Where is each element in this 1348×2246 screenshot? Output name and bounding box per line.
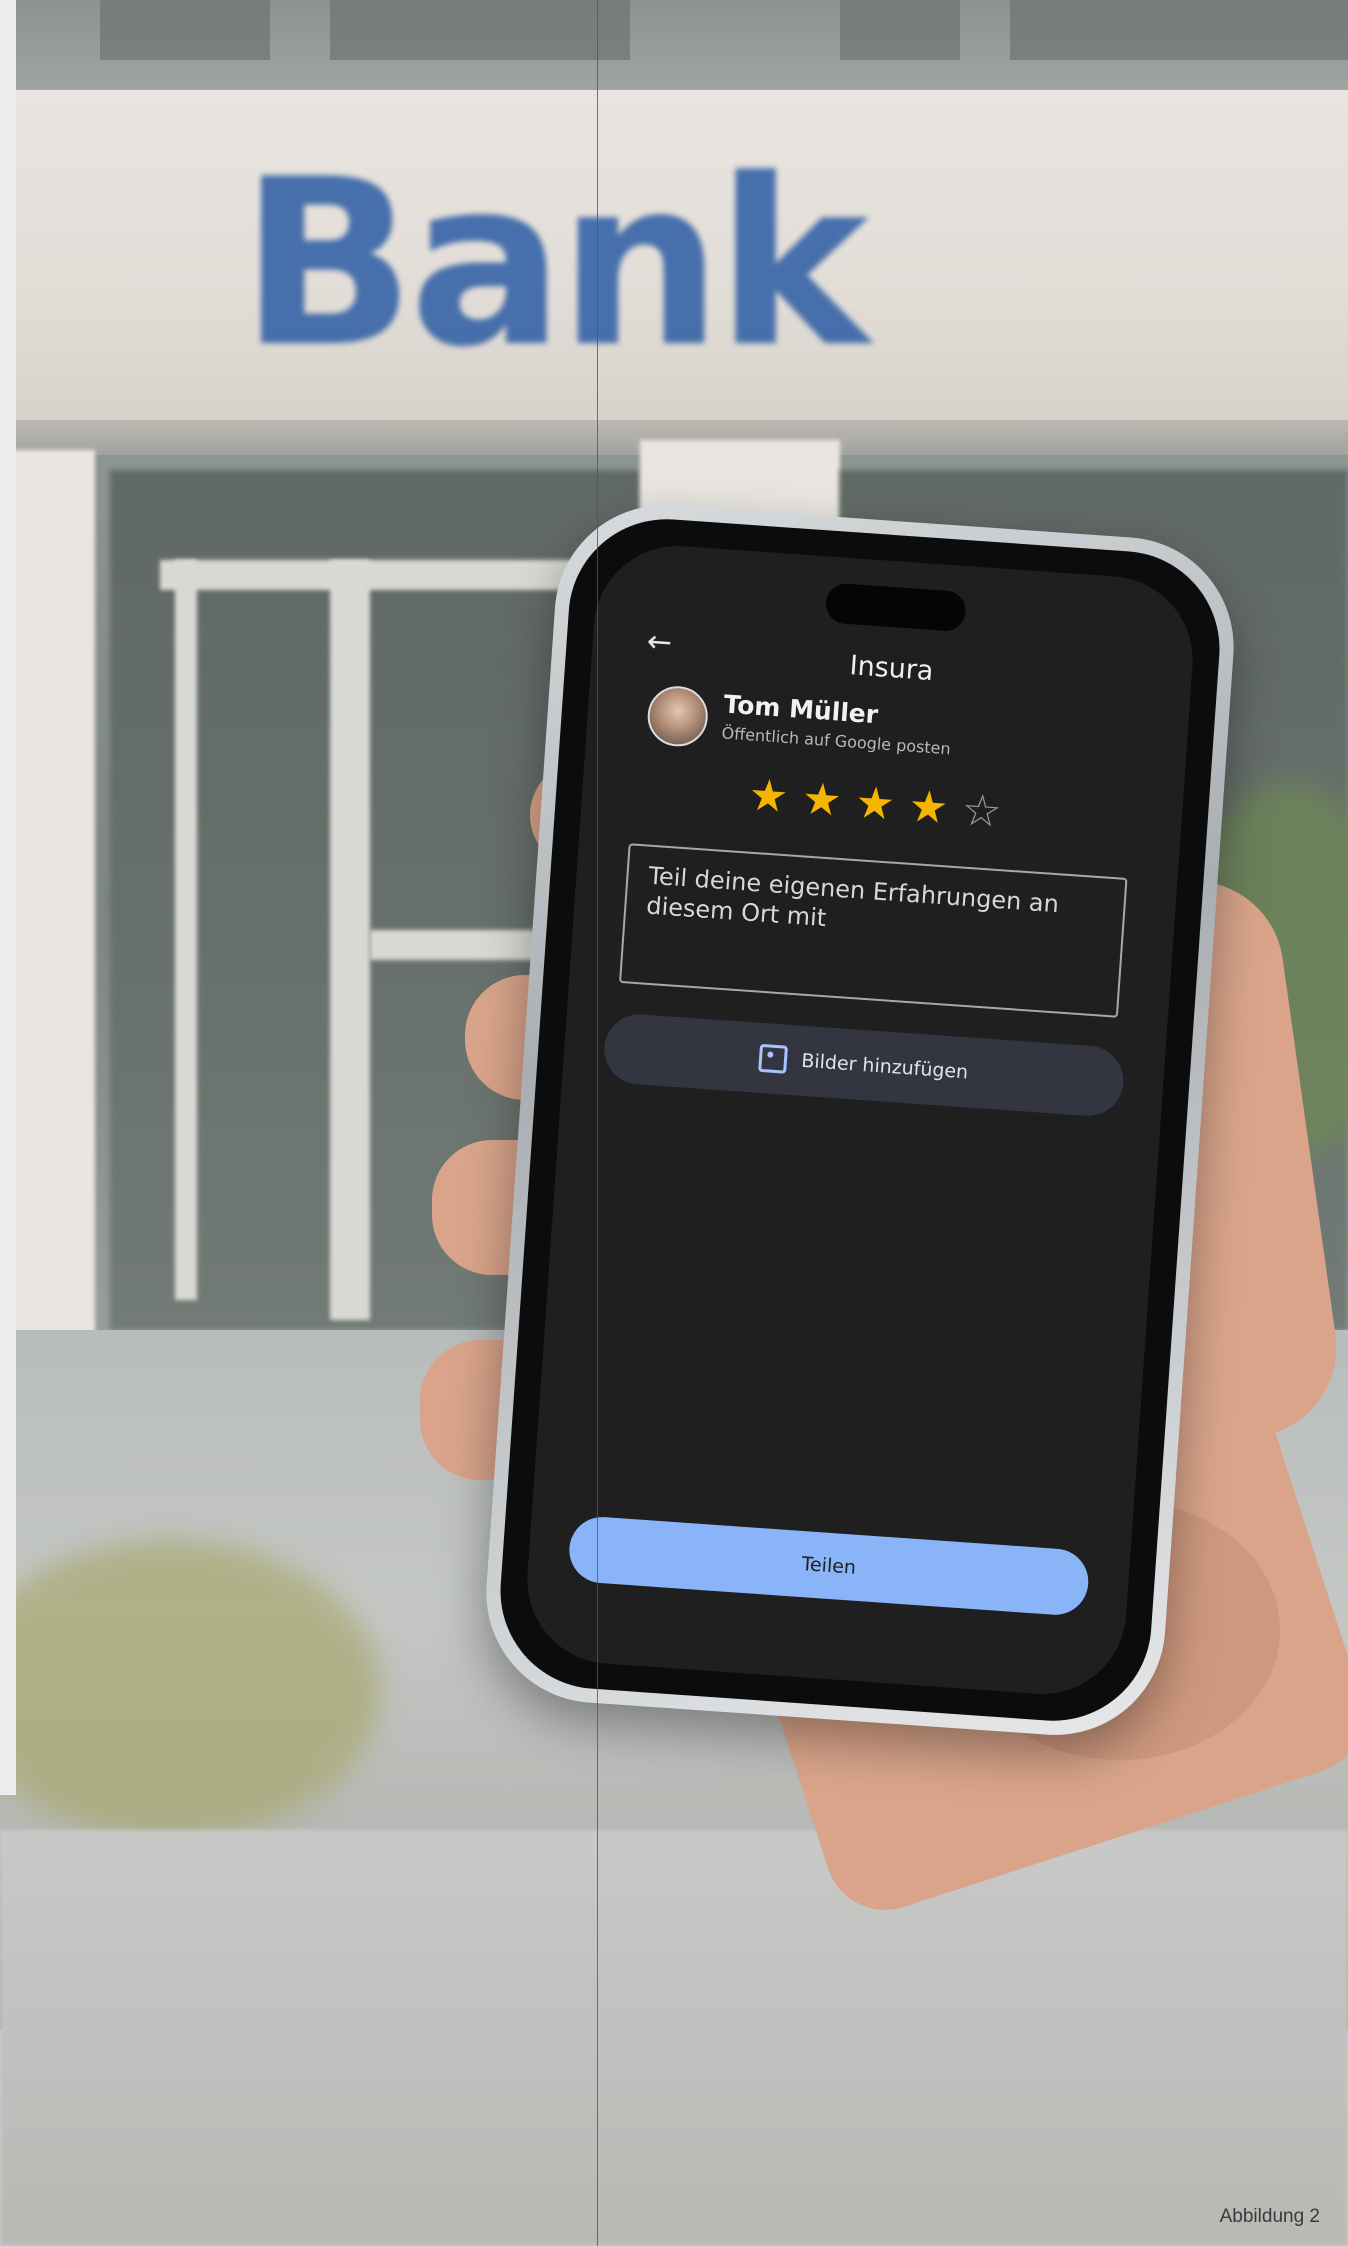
post-visibility-note: Öffentlich auf Google posten [721,723,952,759]
foreground-blur [0,1830,1348,2246]
star-filled-icon[interactable]: ★ [854,777,911,832]
user-name: Tom Müller [722,689,880,730]
left-margin-strip [0,0,16,1795]
star-filled-icon[interactable]: ★ [907,781,964,836]
add-photos-button[interactable]: Bilder hinzufügen [602,1012,1126,1119]
star-filled-icon[interactable]: ★ [747,770,804,825]
phone-bezel: ← Insura Tom Müller Öffentlich auf Googl… [493,512,1227,1728]
phone-device: ← Insura Tom Müller Öffentlich auf Googl… [478,497,1242,1743]
door-frame [175,560,197,1300]
upper-window [100,0,270,60]
add-photos-label: Bilder hinzufügen [800,1049,969,1084]
add-photo-icon [758,1043,789,1074]
dynamic-island [824,582,968,633]
upper-window [840,0,960,60]
share-label: Teilen [800,1553,857,1579]
door-frame [330,560,370,1320]
share-button[interactable]: Teilen [567,1514,1091,1617]
star-rating[interactable]: ★★★★☆ [581,758,1183,851]
avatar [645,684,710,749]
upper-window [1010,0,1348,60]
figure-caption: Abbildung 2 [1219,2206,1320,2227]
star-filled-icon[interactable]: ★ [800,773,857,828]
phone-screen: ← Insura Tom Müller Öffentlich auf Googl… [521,540,1199,1700]
upper-window [330,0,630,60]
bank-sign: Bank [240,131,869,398]
star-empty-icon[interactable]: ☆ [960,784,1017,839]
review-textarea[interactable]: Teil deine eigenen Erfahrungen an diesem… [618,843,1128,1018]
review-placeholder: Teil deine eigenen Erfahrungen an diesem… [645,861,1060,933]
vertical-guide-line [597,0,598,2246]
